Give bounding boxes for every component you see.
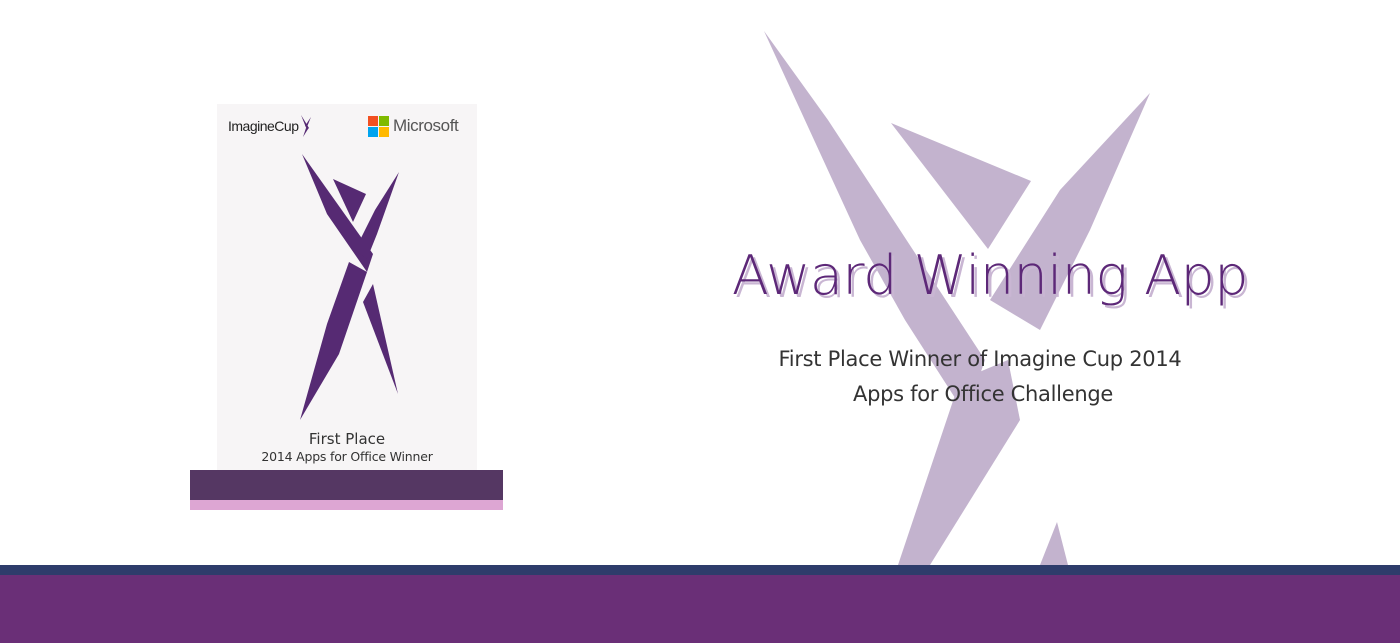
footer-divider [0, 565, 1400, 575]
microsoft-logo-icon [368, 115, 389, 137]
imagine-cup-figure-icon [300, 154, 399, 420]
imagine-cup-wordmark: ImagineCup [228, 118, 299, 134]
award-subtitle-line-2: Apps for Office Challenge [853, 382, 1113, 406]
microsoft-wordmark: Microsoft [393, 116, 459, 135]
trophy-award: ImagineCup Microsoft First Place 2014 Ap… [190, 104, 503, 510]
award-subtitle-line-1: First Place Winner of Imagine Cup 2014 [778, 347, 1182, 371]
trophy-base-strip [190, 500, 503, 510]
imagine-cup-logo: ImagineCup [228, 115, 312, 137]
award-banner: ImagineCup Microsoft First Place 2014 Ap… [0, 0, 1400, 643]
footer-band [0, 575, 1400, 643]
trophy-card: ImagineCup Microsoft First Place 2014 Ap… [217, 104, 477, 470]
microsoft-logo: Microsoft [368, 115, 459, 137]
award-headline: Award Winning App [731, 244, 1249, 307]
trophy-title: First Place [308, 430, 386, 448]
trophy-base [190, 470, 503, 500]
imagine-cup-mark-icon [300, 115, 311, 137]
trophy-subtitle: 2014 Apps for Office Winner [261, 449, 433, 464]
